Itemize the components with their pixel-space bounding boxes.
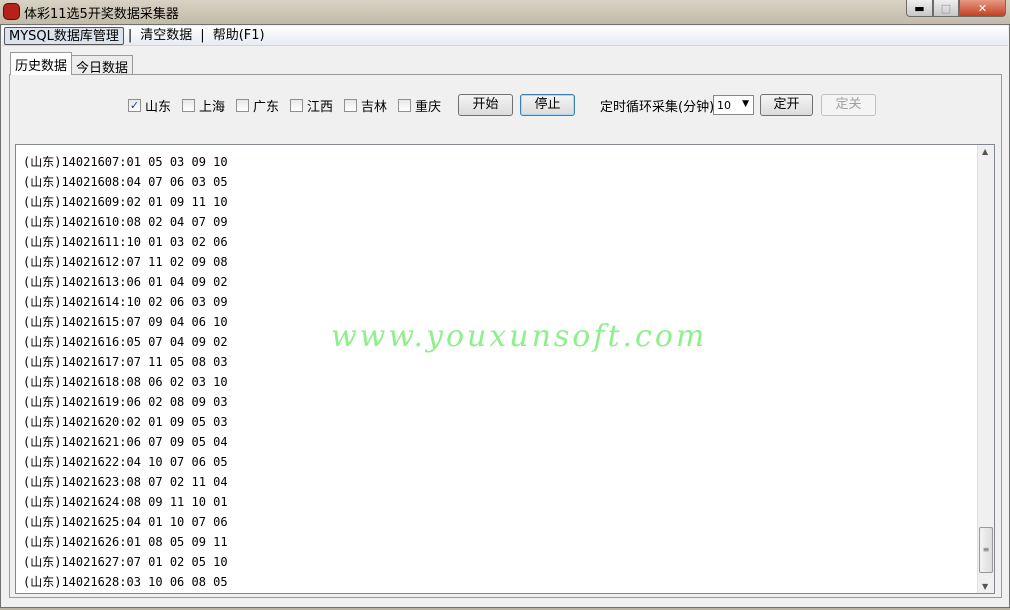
- close-icon: ✕: [977, 1, 988, 15]
- province-checkbox-5[interactable]: 重庆: [398, 96, 441, 115]
- window-title: 体彩11选5开奖数据采集器: [24, 7, 179, 22]
- minimize-button[interactable]: ▬: [906, 0, 933, 17]
- chevron-down-icon: ▼: [742, 99, 749, 109]
- result-line: (山东)14021614:10 02 06 03 09: [23, 295, 228, 309]
- result-line: (山东)14021628:03 10 06 08 05: [23, 575, 228, 589]
- province-checkbox-0[interactable]: ✓ 山东: [128, 96, 171, 115]
- menu-separator: |: [200, 28, 205, 43]
- tab-today[interactable]: 今日数据: [71, 55, 134, 76]
- result-line: (山东)14021622:04 10 07 06 05: [23, 455, 228, 469]
- interval-select[interactable]: 10 ▼: [713, 95, 754, 115]
- result-line: (山东)14021610:08 02 04 07 09: [23, 215, 228, 229]
- province-label: 上海: [199, 100, 226, 115]
- main-window: MYSQL数据库管理 | 清空数据 | 帮助(F1) 历史数据 今日数据 ✓ 山东…: [0, 24, 1010, 608]
- scroll-up-icon[interactable]: ▲: [982, 147, 988, 156]
- province-checkbox-1[interactable]: 上海: [182, 96, 225, 115]
- result-line: (山东)14021624:08 09 11 10 01: [23, 495, 228, 509]
- result-line: (山东)14021623:08 07 02 11 04: [23, 475, 228, 489]
- start-button[interactable]: 开始: [458, 94, 513, 116]
- province-checkbox-4[interactable]: 吉林: [344, 96, 387, 115]
- result-line: (山东)14021620:02 01 09 05 03: [23, 415, 228, 429]
- timer-off-button: 定关: [821, 94, 876, 116]
- menu-clear-data[interactable]: 清空数据: [136, 27, 196, 45]
- interval-value: 10: [717, 99, 731, 112]
- province-label: 山东: [145, 100, 172, 115]
- result-line: (山东)14021609:02 01 09 11 10: [23, 195, 228, 209]
- checkbox-icon: [182, 99, 195, 112]
- checkbox-icon: ✓: [128, 99, 141, 112]
- close-button[interactable]: ✕: [959, 0, 1006, 17]
- result-line: (山东)14021626:01 08 05 09 11: [23, 535, 228, 549]
- result-line: (山东)14021625:04 01 10 07 06: [23, 515, 228, 529]
- vertical-scrollbar[interactable]: ▲ ≡ ▼: [977, 145, 994, 593]
- result-line: (山东)14021621:06 07 09 05 04: [23, 435, 228, 449]
- province-label: 江西: [307, 100, 334, 115]
- result-line: (山东)14021619:06 02 08 09 03: [23, 395, 228, 409]
- result-line: (山东)14021616:05 07 04 09 02: [23, 335, 228, 349]
- province-checkbox-3[interactable]: 江西: [290, 96, 333, 115]
- result-line: (山东)14021607:01 05 03 09 10: [23, 155, 228, 169]
- result-line: (山东)14021608:04 07 06 03 05: [23, 175, 228, 189]
- scroll-down-icon[interactable]: ▼: [982, 582, 988, 591]
- province-label: 广东: [253, 100, 280, 115]
- province-label: 重庆: [415, 100, 442, 115]
- province-label: 吉林: [361, 100, 388, 115]
- menu-bar: MYSQL数据库管理 | 清空数据 | 帮助(F1): [2, 26, 1008, 46]
- result-line: (山东)14021617:07 11 05 08 03: [23, 355, 228, 369]
- scrollbar-thumb[interactable]: ≡: [979, 527, 993, 573]
- checkbox-icon: [290, 99, 303, 112]
- result-line: (山东)14021627:07 01 02 05 10: [23, 555, 228, 569]
- results-list: (山东)14021607:01 05 03 09 10 (山东)14021608:…: [23, 152, 228, 592]
- result-line: (山东)14021615:07 09 04 06 10: [23, 315, 228, 329]
- maximize-button[interactable]: □: [933, 0, 959, 17]
- checkbox-icon: [236, 99, 249, 112]
- tab-history[interactable]: 历史数据: [10, 52, 73, 75]
- result-line: (山东)14021618:08 06 02 03 10: [23, 375, 228, 389]
- menu-separator: |: [127, 28, 133, 43]
- result-line: (山东)14021613:06 01 04 09 02: [23, 275, 228, 289]
- result-line: (山东)14021612:07 11 02 09 08: [23, 255, 228, 269]
- menu-help[interactable]: 帮助(F1): [209, 27, 269, 45]
- minimize-icon: ▬: [914, 1, 925, 15]
- maximize-icon: □: [940, 1, 952, 15]
- checkbox-icon: [344, 99, 357, 112]
- results-textarea[interactable]: (山东)14021607:01 05 03 09 10 (山东)14021608:…: [15, 144, 995, 594]
- stop-button[interactable]: 停止: [520, 94, 575, 116]
- menu-mysql[interactable]: MYSQL数据库管理: [4, 26, 124, 45]
- province-checkbox-2[interactable]: 广东: [236, 96, 279, 115]
- timer-on-button[interactable]: 定开: [760, 94, 813, 116]
- interval-label: 定时循环采集(分钟): [600, 100, 715, 115]
- title-bar: 体彩11选5开奖数据采集器 ▬ □ ✕: [0, 0, 1010, 24]
- checkbox-icon: [398, 99, 411, 112]
- app-icon: [3, 3, 20, 20]
- result-line: (山东)14021611:10 01 03 02 06: [23, 235, 228, 249]
- watermark: www.youxunsoft.com: [331, 319, 708, 354]
